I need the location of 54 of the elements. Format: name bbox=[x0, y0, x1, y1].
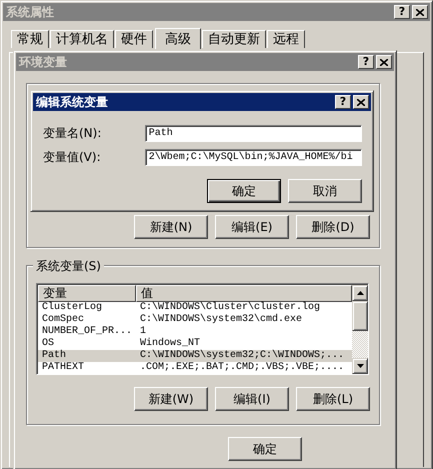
tab[interactable]: 自动更新 bbox=[202, 30, 266, 48]
variable-name: ComSpec bbox=[41, 314, 86, 326]
help-button[interactable]: ? bbox=[335, 95, 351, 109]
variable-value: .COM;.EXE;.BAT;.CMD;.VBS;.VBE;.... bbox=[139, 362, 344, 374]
dialog-button[interactable]: 确定 bbox=[207, 179, 281, 203]
dialog-button[interactable]: 删除(D) bbox=[296, 215, 370, 239]
list-row[interactable]: NUMBER_OF_PR... 1 bbox=[38, 326, 352, 338]
variable-value: C:\WINDOWS\system32;C:\WINDOWS;... bbox=[139, 350, 344, 362]
group-label: 系统变量(S) bbox=[33, 258, 104, 275]
variable-value: 1 bbox=[139, 326, 146, 338]
up-arrow-icon bbox=[356, 291, 364, 295]
input-field[interactable]: Path bbox=[144, 125, 362, 142]
scroll-thumb[interactable] bbox=[352, 301, 368, 331]
close-icon bbox=[416, 8, 424, 16]
list-row[interactable]: OS Windows_NT bbox=[38, 338, 352, 350]
down-arrow-icon bbox=[356, 364, 364, 368]
input-field[interactable]: 2\Wbem;C:\MySQL\bin;%JAVA_HOME%/bi bbox=[144, 149, 362, 166]
column-header[interactable]: 值 bbox=[136, 285, 352, 302]
dialog-button[interactable]: 删除(L) bbox=[296, 387, 370, 411]
tab[interactable]: 硬件 bbox=[115, 30, 153, 48]
variable-name: ClusterLog bbox=[41, 302, 104, 314]
dialog-button[interactable]: 编辑(I) bbox=[215, 387, 289, 411]
variable-name: Path bbox=[41, 350, 68, 362]
dialog-button[interactable]: 确定 bbox=[228, 437, 302, 461]
variable-value: Windows_NT bbox=[139, 338, 200, 350]
dialog-button[interactable]: 新建(W) bbox=[134, 387, 208, 411]
list-row[interactable]: ComSpec C:\WINDOWS\system32\cmd.exe bbox=[38, 314, 352, 326]
column-header[interactable]: 变量 bbox=[38, 285, 136, 302]
variable-name: PATHEXT bbox=[41, 362, 86, 374]
scroll-up-button[interactable] bbox=[352, 285, 368, 301]
tab[interactable]: 远程 bbox=[267, 30, 305, 48]
close-icon bbox=[357, 98, 365, 106]
list-row[interactable]: Path C:\WINDOWS\system32;C:\WINDOWS;... bbox=[38, 350, 352, 362]
field-label: 变量名(N): bbox=[43, 125, 102, 142]
dialog-button[interactable]: 新建(N) bbox=[134, 215, 208, 239]
tab[interactable]: 高级 bbox=[155, 28, 201, 49]
variable-name: NUMBER_OF_PR... bbox=[41, 326, 134, 338]
close-button[interactable] bbox=[353, 95, 369, 109]
window-title: 编辑系统变量 bbox=[36, 94, 109, 110]
variable-name: OS bbox=[41, 338, 56, 350]
scrollbar[interactable] bbox=[352, 285, 368, 374]
tab[interactable]: 常规 bbox=[11, 30, 49, 48]
scroll-down-button[interactable] bbox=[352, 358, 368, 374]
window-title: 系统属性 bbox=[6, 4, 55, 20]
list-row[interactable]: PATHEXT .COM;.EXE;.BAT;.CMD;.VBS;.VBE;.... bbox=[38, 362, 352, 374]
dialog-button[interactable]: 编辑(E) bbox=[215, 215, 289, 239]
close-icon bbox=[380, 58, 388, 66]
variable-value: C:\WINDOWS\Cluster\cluster.log bbox=[139, 302, 320, 314]
variable-value: C:\WINDOWS\system32\cmd.exe bbox=[139, 314, 302, 326]
dialog-button[interactable]: 取消 bbox=[288, 179, 362, 203]
window-title: 环境变量 bbox=[19, 54, 68, 70]
tab[interactable]: 计算机名 bbox=[50, 30, 114, 48]
field-label: 变量值(V): bbox=[43, 149, 102, 166]
list-row[interactable]: ClusterLog C:\WINDOWS\Cluster\cluster.log bbox=[38, 302, 352, 314]
